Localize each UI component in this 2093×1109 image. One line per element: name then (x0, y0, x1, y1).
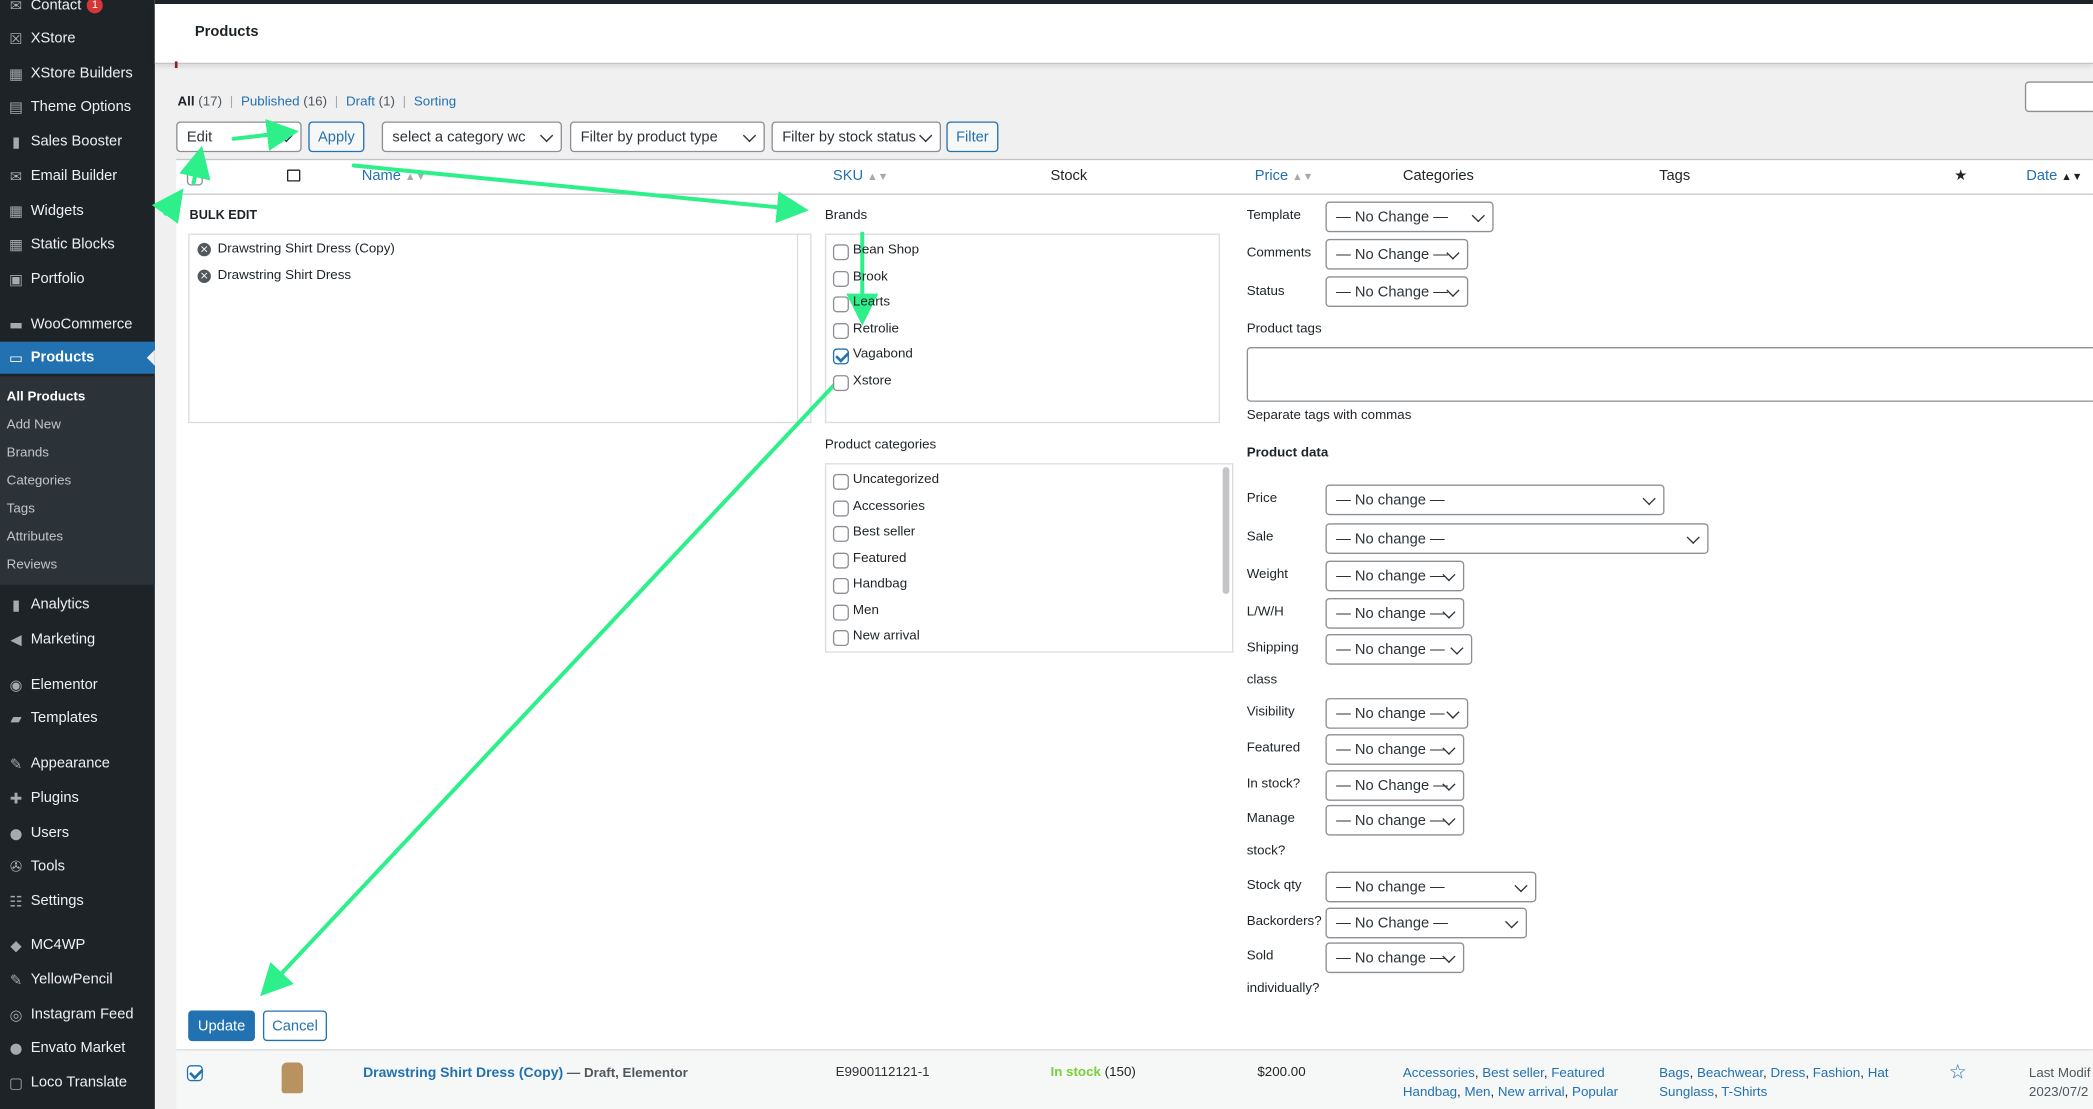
field-select[interactable]: — No change — (1325, 523, 1709, 554)
field-select[interactable]: — No change — (1325, 484, 1665, 516)
bulk-edit-product-item: Drawstring Shirt Dress (Copy) (217, 241, 395, 257)
field-select[interactable]: — No change — (1325, 734, 1465, 765)
field-label: Manage (1246, 811, 1295, 827)
field-select[interactable]: — No change — (1325, 634, 1473, 665)
annotation-arrows (151, 119, 879, 997)
brand-label: Brook (852, 268, 888, 284)
field-label: Shipping (1246, 640, 1299, 656)
field-select[interactable]: — No change — (1325, 871, 1537, 903)
arrow-to-edit-select (231, 119, 299, 151)
field-label-continued: individually? (1246, 981, 1320, 996)
category-checkbox[interactable] (832, 577, 849, 594)
category-label: Featured (852, 550, 907, 566)
field-select[interactable]: — No change — (1325, 597, 1465, 629)
arrow-to-update (260, 375, 843, 997)
category-label: Handbag (852, 576, 908, 592)
brand-label: Retrolie (852, 321, 899, 336)
category-label: Best seller (852, 524, 916, 540)
category-label: Men (852, 602, 879, 618)
remove-product-icon[interactable]: × (197, 269, 211, 283)
category-label: New arrival (852, 628, 920, 644)
brand-checkbox[interactable] (832, 374, 849, 391)
arrow-to-brands (351, 163, 809, 224)
arrow-to-bulk-select (179, 145, 211, 185)
arrow-left-edge (151, 188, 184, 224)
brand-label: Xstore (852, 373, 892, 388)
brand-checkbox[interactable] (832, 348, 849, 365)
category-label: Uncategorized (852, 472, 940, 488)
field-select[interactable]: — No change — (1325, 804, 1465, 836)
field-label-continued: stock? (1246, 843, 1286, 859)
field-select[interactable]: — No change — (1325, 560, 1465, 592)
field-label: Weight (1246, 567, 1289, 582)
brand-checkbox[interactable] (832, 322, 849, 339)
field-label: Sold (1246, 949, 1274, 964)
field-label: Price (1246, 491, 1278, 506)
field-label: Visibility (1246, 704, 1295, 720)
brand-checkbox[interactable] (832, 296, 849, 313)
field-label: L/W/H (1246, 604, 1284, 620)
field-select[interactable]: — No Change — (1325, 907, 1528, 939)
category-checkbox[interactable] (832, 525, 849, 542)
field-select[interactable]: — No change — (1325, 698, 1469, 729)
app-window: ✉ Contact 1 ☒ XStore ▦ XStore Builders ▤ Theme O… (0, 0, 2093, 1109)
category-checkbox[interactable] (832, 603, 849, 621)
brand-label: Vagabond (852, 347, 913, 362)
category-checkbox[interactable] (832, 630, 849, 647)
category-checkbox[interactable] (832, 551, 849, 568)
field-label: Backorders? (1246, 914, 1322, 930)
field-label-continued: class (1246, 672, 1278, 688)
remove-product-icon[interactable]: × (197, 242, 211, 257)
brand-checkbox[interactable] (832, 244, 849, 261)
brand-label: Bean Shop (852, 242, 920, 258)
bulk-edit-product-item: Drawstring Shirt Dress (217, 268, 352, 283)
category-checkbox[interactable] (832, 499, 849, 516)
category-label: Accessories (852, 498, 925, 514)
field-select[interactable]: — No Change — (1325, 770, 1465, 801)
brand-checkbox[interactable] (832, 270, 849, 287)
field-label: Stock qty (1246, 878, 1302, 893)
field-label: Sale (1246, 529, 1274, 545)
field-select[interactable]: — No change — (1325, 942, 1465, 974)
category-checkbox[interactable] (832, 473, 849, 490)
field-label: In stock? (1246, 776, 1301, 792)
brand-label: Learts (852, 294, 891, 310)
field-label: Featured (1246, 740, 1301, 756)
